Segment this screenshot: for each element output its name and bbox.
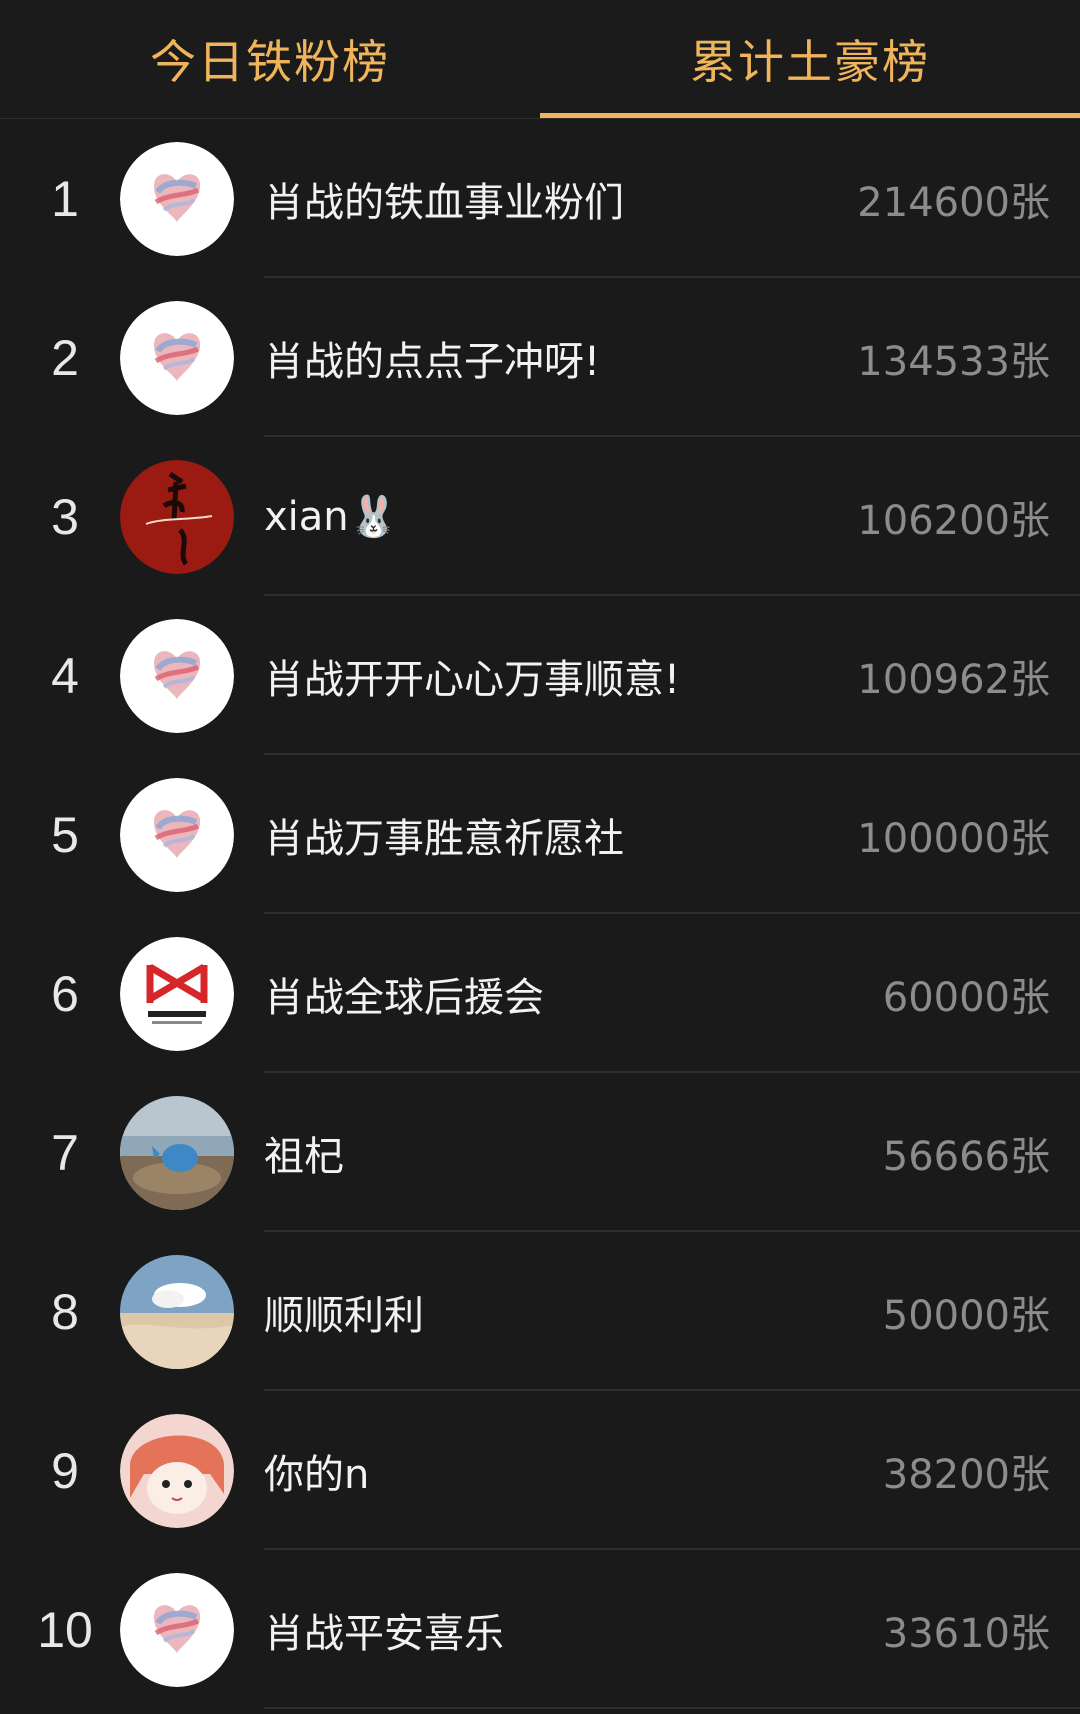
user-name[interactable]: 肖战的点点子冲呀! <box>264 329 790 387</box>
rank-number: 5 <box>51 806 79 863</box>
ticket-count: 50000张 <box>882 1292 1050 1339</box>
rank-number: 8 <box>51 1283 79 1340</box>
heart-logo-avatar[interactable] <box>120 300 234 415</box>
ranking-row[interactable]: 7 祖杞 56666张 <box>0 1073 1080 1232</box>
tab-bar: 今日铁粉榜 累计土豪榜 <box>0 0 1080 119</box>
ticket-count: 33610张 <box>882 1610 1050 1657</box>
ranking-row[interactable]: 3 xian🐰 106200张 <box>0 437 1080 596</box>
heart-logo-avatar[interactable] <box>120 1572 234 1687</box>
rank-number: 3 <box>51 488 79 545</box>
ranking-row[interactable]: 8 顺顺利利 50000张 <box>0 1232 1080 1391</box>
user-name[interactable]: 你的n <box>264 1442 790 1500</box>
ranking-row[interactable]: 1 肖战的铁血事业粉们 214600张 <box>0 119 1080 278</box>
rank-number: 4 <box>51 647 79 704</box>
heart-logo-avatar[interactable] <box>120 777 234 892</box>
ranking-row[interactable]: 5 肖战万事胜意祈愿社 100000张 <box>0 755 1080 914</box>
fanclub-logo-avatar[interactable] <box>120 936 234 1051</box>
red-calligraphy-avatar[interactable] <box>120 459 234 574</box>
ticket-count: 56666张 <box>882 1133 1050 1180</box>
rank-number: 9 <box>51 1442 79 1499</box>
ranking-row[interactable]: 2 肖战的点点子冲呀! 134533张 <box>0 278 1080 437</box>
ranking-row[interactable]: 9 你的n 38200张 <box>0 1391 1080 1550</box>
ticket-count: 60000张 <box>882 974 1050 1021</box>
user-name[interactable]: xian🐰 <box>264 493 790 540</box>
user-name[interactable]: 肖战全球后援会 <box>264 965 790 1023</box>
rank-number: 7 <box>51 1124 79 1181</box>
rank-number: 1 <box>51 170 79 227</box>
rank-number: 10 <box>37 1601 93 1658</box>
cloud-photo-avatar[interactable] <box>120 1254 234 1369</box>
ticket-count: 38200张 <box>882 1451 1050 1498</box>
rank-number: 6 <box>51 965 79 1022</box>
ranking-list: 1 肖战的铁血事业粉们 214600张 2 肖战的点点子冲呀! 134533张 3 xi… <box>0 119 1080 1709</box>
ticket-count: 106200张 <box>857 497 1050 544</box>
tab-daily-fans[interactable]: 今日铁粉榜 <box>0 0 540 118</box>
ticket-count: 134533张 <box>857 338 1050 385</box>
whale-photo-avatar[interactable] <box>120 1095 234 1210</box>
rank-number: 2 <box>51 329 79 386</box>
user-name[interactable]: 祖杞 <box>264 1124 790 1182</box>
user-name[interactable]: 肖战的铁血事业粉们 <box>264 170 790 228</box>
user-name[interactable]: 顺顺利利 <box>264 1283 790 1341</box>
user-name[interactable]: 肖战万事胜意祈愿社 <box>264 806 790 864</box>
ranking-row[interactable]: 6 肖战全球后援会 60000张 <box>0 914 1080 1073</box>
anime-girl-avatar[interactable] <box>120 1413 234 1528</box>
ranking-row[interactable]: 10 肖战平安喜乐 33610张 <box>0 1550 1080 1709</box>
ticket-count: 100962张 <box>857 656 1050 703</box>
ticket-count: 214600张 <box>857 179 1050 226</box>
heart-logo-avatar[interactable] <box>120 618 234 733</box>
heart-logo-avatar[interactable] <box>120 141 234 256</box>
user-name[interactable]: 肖战平安喜乐 <box>264 1601 790 1659</box>
ticket-count: 100000张 <box>857 815 1050 862</box>
tab-cumulative-rich[interactable]: 累计土豪榜 <box>540 0 1080 118</box>
user-name[interactable]: 肖战开开心心万事顺意! <box>264 647 790 705</box>
ranking-row[interactable]: 4 肖战开开心心万事顺意! 100962张 <box>0 596 1080 755</box>
